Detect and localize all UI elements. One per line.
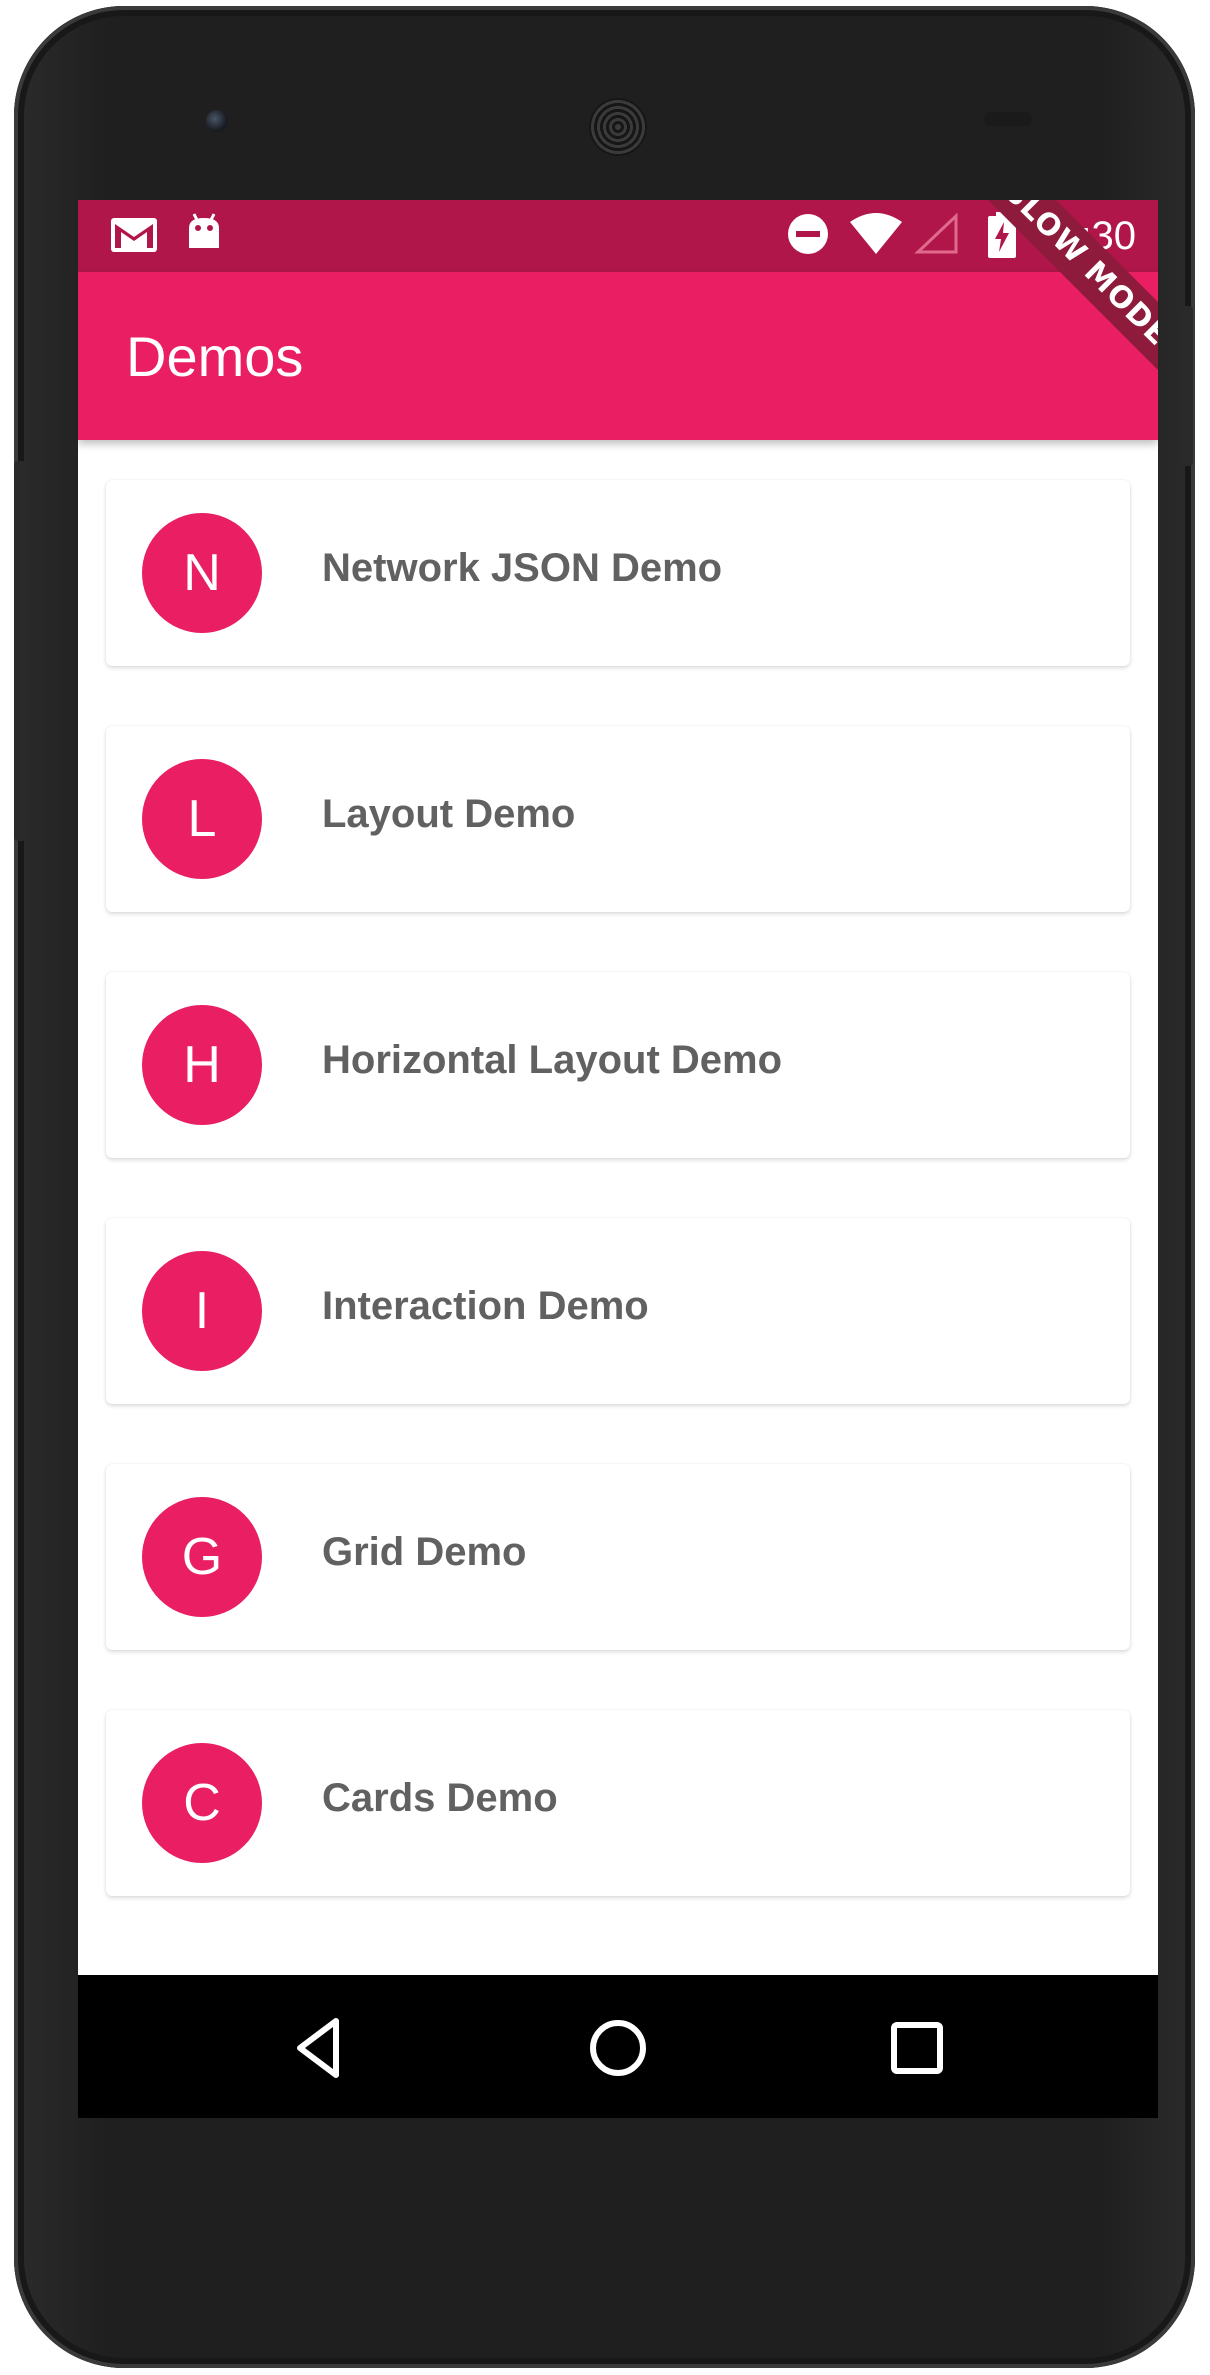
avatar: H: [142, 1005, 262, 1125]
app-bar: Demos: [78, 272, 1158, 440]
navigation-bar: [78, 1975, 1158, 2118]
do-not-disturb-icon: [788, 214, 828, 254]
status-bar: 8:30: [78, 200, 1158, 272]
demo-card-label: Grid Demo: [322, 1530, 527, 1574]
back-icon[interactable]: [284, 2013, 354, 2083]
demo-card-grid[interactable]: G Grid Demo: [106, 1464, 1130, 1650]
power-button: [1181, 306, 1193, 466]
demo-card-label: Layout Demo: [322, 792, 576, 836]
demo-card-label: Interaction Demo: [322, 1284, 649, 1328]
earpiece-speaker: [589, 98, 647, 156]
signal-icon: [914, 212, 958, 254]
demo-card-interaction[interactable]: I Interaction Demo: [106, 1218, 1130, 1404]
avatar: N: [142, 513, 262, 633]
screen: 8:30 Demos SLOW MODE N Network JSON Demo…: [78, 200, 1158, 2118]
page-title: Demos: [126, 325, 304, 388]
front-camera: [206, 110, 228, 132]
demo-card-label: Horizontal Layout Demo: [322, 1038, 783, 1082]
demo-card-layout[interactable]: L Layout Demo: [106, 726, 1130, 912]
volume-button: [14, 461, 26, 841]
home-icon[interactable]: [583, 2013, 653, 2083]
demo-card-label: Network JSON Demo: [322, 546, 723, 590]
phone-frame: 8:30 Demos SLOW MODE N Network JSON Demo…: [14, 6, 1195, 2368]
demo-card-cards[interactable]: C Cards Demo: [106, 1710, 1130, 1896]
recents-icon[interactable]: [882, 2013, 952, 2083]
demo-card-label: Cards Demo: [322, 1776, 558, 1820]
demo-card-network-json[interactable]: N Network JSON Demo: [106, 480, 1130, 666]
gmail-icon: [111, 218, 157, 252]
android-icon: [189, 213, 219, 248]
avatar: G: [142, 1497, 262, 1617]
avatar: L: [142, 759, 262, 879]
demo-card-horizontal-layout[interactable]: H Horizontal Layout Demo: [106, 972, 1130, 1158]
avatar: I: [142, 1251, 262, 1371]
avatar: C: [142, 1743, 262, 1863]
proximity-sensor: [984, 112, 1032, 126]
wifi-icon: [850, 213, 902, 254]
